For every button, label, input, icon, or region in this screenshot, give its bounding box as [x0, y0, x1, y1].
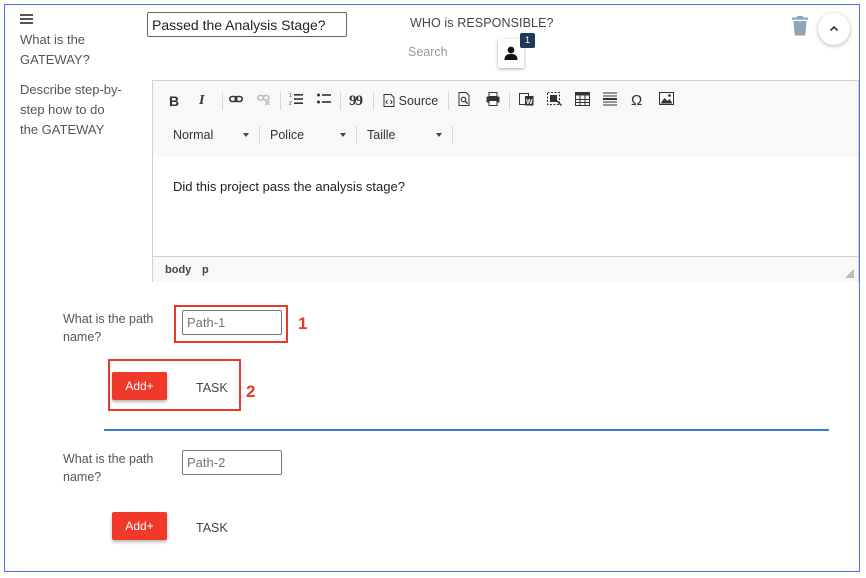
editor-statusbar: body p	[153, 256, 858, 282]
editor-content-area[interactable]: Did this project pass the analysis stage…	[153, 157, 858, 256]
rich-text-editor: B I 1 2 99 Source W Ω Normal Police Tail…	[152, 80, 859, 282]
gateway-question-label: What is the GATEWAY?	[20, 32, 90, 67]
chevron-up-icon	[829, 25, 839, 32]
horizontal-line-icon	[603, 92, 617, 106]
paste-word-icon: W	[519, 93, 534, 106]
drag-handle-icon[interactable]	[20, 14, 33, 24]
numbered-list-icon: 1 2	[289, 93, 303, 107]
preview-icon	[458, 92, 470, 106]
path-1-add-button[interactable]: Add+	[112, 372, 167, 400]
image-icon	[659, 92, 674, 105]
bold-button[interactable]: B	[169, 92, 179, 110]
unlink-icon	[257, 94, 270, 106]
source-label: Source	[398, 94, 439, 108]
select-all-button[interactable]	[547, 92, 562, 110]
paste-word-button[interactable]: W	[519, 92, 534, 110]
format-combo-label: Normal	[173, 128, 214, 142]
source-icon	[383, 94, 395, 107]
path-2-label: What is the path name?	[63, 452, 154, 484]
print-button[interactable]	[486, 92, 500, 110]
source-button[interactable]: Source	[383, 92, 443, 110]
italic-button[interactable]: I	[199, 92, 204, 110]
chevron-down-icon	[243, 133, 249, 137]
font-combo-label: Police	[270, 128, 305, 142]
image-button[interactable]	[659, 92, 674, 110]
link-icon	[229, 95, 243, 103]
special-char-button[interactable]: Ω	[631, 92, 642, 110]
blockquote-button[interactable]: 99	[349, 92, 363, 110]
editor-toolbar: B I 1 2 99 Source W Ω Normal Police Tail…	[153, 81, 858, 158]
svg-text:2: 2	[289, 101, 292, 106]
resize-handle-icon[interactable]	[845, 269, 854, 278]
gateway-title-input[interactable]	[147, 12, 347, 37]
select-all-icon	[547, 92, 562, 106]
chevron-down-icon	[436, 133, 442, 137]
size-combo[interactable]: Taille	[367, 125, 447, 145]
responsible-count-badge: 1	[520, 33, 535, 48]
annotation-number-1: 1	[298, 314, 308, 333]
horizontal-line-button[interactable]	[603, 92, 617, 110]
path-divider	[104, 429, 829, 431]
annotation-number-2: 2	[246, 382, 256, 401]
format-combo[interactable]: Normal	[173, 125, 250, 145]
svg-text:W: W	[526, 99, 533, 106]
editor-content-text: Did this project pass the analysis stage…	[173, 179, 405, 194]
describe-label: Describe step-by-step how to do the GATE…	[20, 82, 122, 137]
table-icon	[575, 92, 590, 106]
table-button[interactable]	[575, 92, 590, 110]
unlink-button[interactable]	[257, 92, 271, 110]
numbered-list-button[interactable]: 1 2	[289, 92, 303, 110]
size-combo-label: Taille	[367, 128, 396, 142]
trash-icon	[792, 16, 808, 36]
link-button[interactable]	[229, 92, 243, 110]
path-2-task-label: TASK	[196, 521, 228, 535]
delete-gateway-button[interactable]	[792, 16, 808, 41]
print-icon	[486, 92, 500, 106]
element-path-body[interactable]: body	[165, 264, 191, 276]
path-1-name-input[interactable]	[182, 310, 282, 335]
responsible-search-input[interactable]: Search	[408, 45, 448, 59]
collapse-button[interactable]	[818, 13, 850, 45]
font-combo[interactable]: Police	[270, 125, 350, 145]
responsible-label: WHO is RESPONSIBLE?	[410, 16, 554, 30]
path-2-name-input[interactable]	[182, 450, 282, 475]
path-1-task-label: TASK	[196, 381, 228, 395]
svg-text:1: 1	[289, 93, 292, 99]
chevron-down-icon	[340, 133, 346, 137]
preview-button[interactable]	[458, 92, 471, 110]
user-icon	[504, 46, 518, 60]
path-2-add-button[interactable]: Add+	[112, 512, 167, 540]
bulleted-list-button[interactable]	[317, 92, 331, 110]
path-1-label: What is the path name?	[63, 312, 154, 344]
bulleted-list-icon	[317, 93, 331, 104]
element-path-p[interactable]: p	[202, 264, 209, 276]
